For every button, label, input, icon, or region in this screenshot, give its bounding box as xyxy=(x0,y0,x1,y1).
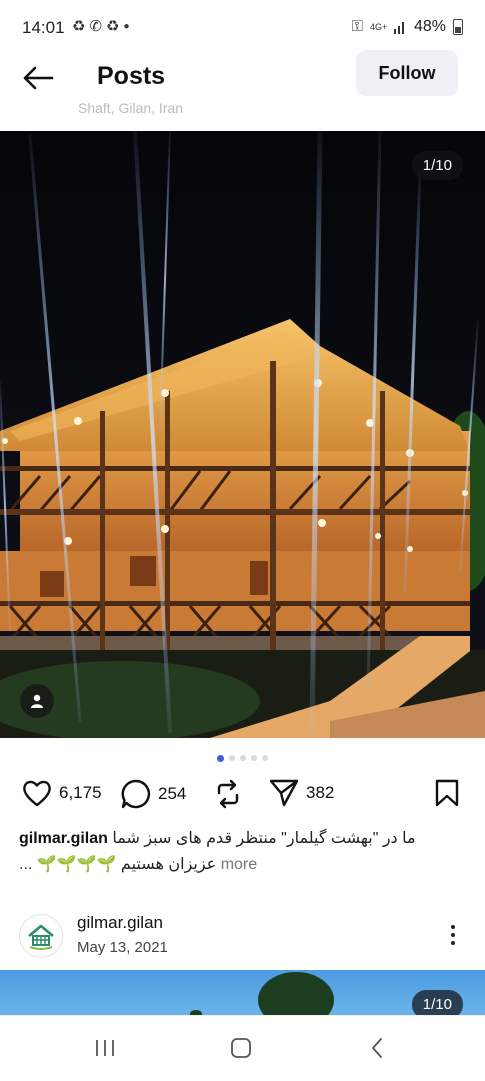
save-action[interactable] xyxy=(434,778,460,808)
status-system-icons: ⚿ 4G+ 48% xyxy=(352,17,463,37)
signal-icon xyxy=(393,22,404,34)
next-post-date: May 13, 2021 xyxy=(77,939,168,956)
post-actions: 6,175 254 382 xyxy=(0,778,485,818)
recent-apps-button[interactable] xyxy=(85,1030,125,1066)
dot-icon: ● xyxy=(123,21,130,32)
home-icon xyxy=(231,1038,251,1058)
avatar[interactable] xyxy=(19,914,63,958)
network-4g-icon: 4G+ xyxy=(369,21,388,32)
next-post-username[interactable]: gilmar.gilan xyxy=(77,913,163,933)
caption-more-link[interactable]: more xyxy=(221,856,257,873)
sync-icon: ♻ xyxy=(72,18,86,35)
carousel-dot-active xyxy=(217,754,224,762)
heart-icon xyxy=(23,780,51,807)
caption-username[interactable]: gilmar.gilan xyxy=(19,830,108,847)
caption-line-1: gilmar.gilan ما در "بهشت گیلمار" منتظر ق… xyxy=(19,826,469,852)
key-icon: ⚿ xyxy=(351,18,363,35)
battery-icon xyxy=(453,19,463,35)
bookmark-icon xyxy=(435,779,459,807)
status-time: 14:01 xyxy=(22,18,65,37)
page-title: Posts xyxy=(97,62,166,90)
back-nav-button[interactable] xyxy=(357,1030,397,1066)
repost-icon xyxy=(217,779,239,809)
post-location[interactable]: Shaft, Gilan, Iran xyxy=(78,102,183,116)
share-action[interactable]: 382 xyxy=(268,778,334,808)
back-icon xyxy=(372,1038,382,1058)
follow-button[interactable]: Follow xyxy=(356,50,458,96)
image-counter: 1/10 xyxy=(411,990,463,1015)
whatsapp-icon: ✆ xyxy=(89,18,103,35)
battery-percent: 48% xyxy=(413,18,446,35)
like-action[interactable]: 6,175 xyxy=(21,778,102,808)
carousel-dot xyxy=(251,755,257,761)
carousel-dot xyxy=(262,755,268,761)
gilmar-logo-icon xyxy=(28,924,54,950)
post-image[interactable]: 1/10 xyxy=(0,131,485,738)
next-post-image[interactable]: 1/10 xyxy=(0,970,485,1015)
post-caption[interactable]: gilmar.gilan ما در "بهشت گیلمار" منتظر ق… xyxy=(19,826,469,878)
sync-icon: ♻ xyxy=(106,18,120,35)
dot-icon xyxy=(451,925,455,929)
send-icon xyxy=(269,779,299,807)
repost-action[interactable] xyxy=(213,778,243,810)
share-count: 382 xyxy=(306,783,335,802)
arrow-left-icon xyxy=(23,66,54,90)
comment-action[interactable]: 254 xyxy=(120,778,186,810)
more-options-button[interactable] xyxy=(441,920,465,950)
system-nav-bar xyxy=(0,1015,485,1081)
caption-text: ما در "بهشت گیلمار" منتظر قدم های سبز شم… xyxy=(112,830,416,847)
like-count: 6,175 xyxy=(59,783,102,802)
carousel-dot xyxy=(229,755,235,761)
comment-count: 254 xyxy=(158,784,187,803)
next-post-header: gilmar.gilan May 13, 2021 xyxy=(0,908,485,964)
home-button[interactable] xyxy=(221,1030,261,1066)
recent-apps-icon xyxy=(96,1040,114,1056)
posts-header: Posts Follow xyxy=(0,48,485,108)
person-icon xyxy=(31,694,43,708)
back-button[interactable] xyxy=(18,60,58,96)
carousel-dot xyxy=(240,755,246,761)
comment-icon xyxy=(121,779,151,809)
status-notification-icons: ♻ ✆ ♻ ● xyxy=(72,17,130,37)
dot-icon xyxy=(451,933,455,937)
caption-text-2: عزیزان هستیم 🌱🌱🌱🌱 ... xyxy=(19,856,217,873)
caption-line-2: عزیزان هستیم 🌱🌱🌱🌱 ... more xyxy=(19,852,469,878)
villa-photo xyxy=(0,131,485,738)
image-counter: 1/10 xyxy=(411,151,463,180)
dot-icon xyxy=(451,941,455,945)
carousel-dots xyxy=(0,754,485,762)
tagged-people-button[interactable] xyxy=(20,684,54,718)
